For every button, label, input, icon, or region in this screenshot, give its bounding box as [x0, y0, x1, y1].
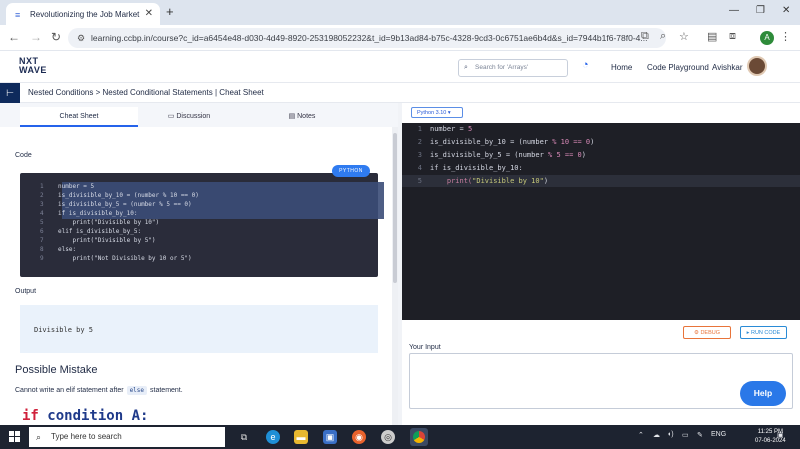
- firefox-icon[interactable]: ◉: [352, 430, 366, 444]
- pen-icon[interactable]: ✎: [697, 431, 703, 439]
- code-heading: Code: [15, 152, 32, 159]
- code-line: 3 is_divisible_by_5 = (number % 5 == 0): [40, 201, 192, 208]
- show-hidden-icons[interactable]: ⌃: [638, 431, 644, 439]
- cheat-sheet-content: Code 1 number = 5 2 is_divisible_by_10 = (…: [0, 127, 392, 425]
- code-line: 1 number = 5: [40, 183, 95, 190]
- reload-icon[interactable]: ↻: [51, 30, 61, 44]
- code-line: 4 if is_divisible_by_10:: [40, 210, 138, 217]
- possible-mistake-heading: Possible Mistake: [15, 364, 98, 376]
- code-line: 5 print("Divisible by 10"): [40, 219, 160, 226]
- code-line: 9 print("Not Divisible by 10 or 5"): [40, 255, 192, 262]
- file-explorer-icon[interactable]: ▬: [294, 430, 308, 444]
- tab-notes[interactable]: ▤ Notes: [240, 107, 364, 127]
- code-editor-pane: Python 3.10 ▾ 1 number = 5 2 is_divisible_…: [402, 103, 800, 425]
- user-avatar[interactable]: [747, 56, 767, 76]
- left-scroll-thumb[interactable]: [393, 133, 397, 283]
- code-line: 8 else:: [40, 246, 77, 253]
- browser-tab[interactable]: ≡ Revolutionizing the Job Market ✕: [6, 3, 160, 25]
- output-text: Divisible by 5: [34, 326, 94, 334]
- volume-icon[interactable]: ◖): [667, 431, 674, 438]
- tab-cheat-sheet[interactable]: Cheat Sheet: [20, 107, 138, 127]
- battery-icon[interactable]: ▭: [682, 431, 689, 439]
- windows-taskbar: ⌕ Type here to search ⧉ e ▬ ▣ ◉ ◎ ⌃ ☁ ◖)…: [0, 425, 800, 449]
- left-tabs: Cheat Sheet ▭ Discussion ▤ Notes: [0, 107, 398, 127]
- maximize-icon[interactable]: ❐: [756, 5, 765, 16]
- nav-home[interactable]: Home: [611, 63, 632, 72]
- site-favicon-icon: ≡: [15, 9, 21, 20]
- site-header: NXT WAVE ⌕ Search for 'Arrays' ◔ Home Co…: [0, 51, 800, 83]
- tab-title: Revolutionizing the Job Market: [30, 9, 140, 19]
- network-icon[interactable]: ☁: [653, 431, 660, 439]
- editor-line: 4 if is_divisible_by_10:: [417, 164, 523, 172]
- reading-list-icon[interactable]: ▤: [707, 30, 717, 43]
- code-editor[interactable]: 1 number = 5 2 is_divisible_by_10 = (numbe…: [402, 123, 800, 320]
- task-view-icon[interactable]: ⧉: [237, 430, 251, 444]
- cheat-sheet-pane: Cheat Sheet ▭ Discussion ▤ Notes Code 1n…: [0, 103, 398, 425]
- editor-line: 2 is_divisible_by_10 = (number % 10 == 0): [417, 138, 595, 146]
- tab-discussion[interactable]: ▭ Discussion: [138, 107, 240, 127]
- minimize-icon[interactable]: —: [729, 5, 739, 16]
- breadcrumb: Nested Conditions > Nested Conditional S…: [28, 88, 264, 97]
- streak-icon[interactable]: ◔: [582, 59, 589, 71]
- edge-icon[interactable]: e: [266, 430, 280, 444]
- extensions-icon[interactable]: ⧈: [729, 30, 736, 43]
- new-tab-icon[interactable]: +: [166, 4, 174, 19]
- code-block: 1 number = 5 2 is_divisible_by_10 = (numbe…: [20, 173, 384, 277]
- taskbar-search-input[interactable]: ⌕ Type here to search: [29, 427, 225, 447]
- output-block: Divisible by 5: [20, 305, 378, 353]
- url-text: learning.ccbp.in/course?c_id=a6454e48-d0…: [91, 33, 648, 43]
- code-line: 7 print("Divisible by 5"): [40, 237, 156, 244]
- your-input-field[interactable]: [409, 353, 793, 409]
- output-heading: Output: [15, 288, 37, 295]
- bookmark-star-icon[interactable]: ☆: [679, 30, 689, 43]
- editor-line-current: 5 print("Divisible by 10"): [402, 175, 800, 187]
- back-icon[interactable]: ←: [8, 30, 20, 44]
- debug-button[interactable]: ⚙ DEBUG: [683, 326, 731, 339]
- search-icon: ⌕: [36, 432, 42, 442]
- code-line: 2 is_divisible_by_10 = (number % 10 == 0): [40, 192, 199, 199]
- code-line: 6 elif is_divisible_by_5:: [40, 228, 142, 235]
- nav-code-playground[interactable]: Code Playground: [647, 63, 709, 72]
- profile-avatar[interactable]: A: [760, 31, 774, 45]
- store-icon[interactable]: ▣: [323, 430, 337, 444]
- nav-user-name[interactable]: Avishkar: [712, 63, 743, 72]
- zoom-icon[interactable]: ⌕: [660, 30, 666, 43]
- site-info-icon[interactable]: ⚙: [77, 28, 85, 48]
- notes-icon: ▤: [288, 113, 298, 120]
- editor-line: 3 is_divisible_by_5 = (number % 5 == 0): [417, 151, 586, 159]
- url-field[interactable]: ⚙ learning.ccbp.in/course?c_id=a6454e48-…: [68, 28, 666, 48]
- breadcrumb-bar: ⊢ Nested Conditions > Nested Conditional…: [0, 83, 800, 103]
- forward-icon[interactable]: →: [30, 30, 42, 44]
- windows-start-icon[interactable]: [9, 431, 20, 442]
- open-in-window-icon[interactable]: ⧉: [641, 30, 649, 43]
- close-tab-icon[interactable]: ✕: [145, 8, 153, 19]
- browser-tab-bar: ≡ Revolutionizing the Job Market ✕ + — ❐…: [0, 0, 800, 25]
- notifications-icon[interactable]: ▣: [777, 431, 784, 439]
- help-button[interactable]: Help: [740, 381, 786, 406]
- chrome-icon[interactable]: [410, 428, 428, 446]
- address-bar-row: ← → ↻ ⚙ learning.ccbp.in/course?c_id=a64…: [0, 25, 800, 51]
- sidebar-toggle-icon[interactable]: ⊢: [0, 83, 20, 103]
- app-icon[interactable]: ◎: [381, 430, 395, 444]
- search-icon: ⌕: [464, 64, 468, 71]
- inline-code-chip: else: [126, 386, 148, 395]
- nxtwave-logo[interactable]: NXT WAVE: [19, 57, 47, 75]
- editor-line: 1 number = 5: [417, 125, 473, 133]
- browser-menu-icon[interactable]: ⋮: [780, 30, 791, 43]
- run-code-button[interactable]: ▸ RUN CODE: [740, 326, 787, 339]
- your-input-label: Your Input: [409, 344, 441, 351]
- example-code-heading: if condition A:: [22, 408, 149, 424]
- language-badge: PYTHON: [332, 165, 370, 177]
- mistake-paragraph: Cannot write an elif statement after else…: [15, 386, 183, 395]
- site-search-input[interactable]: ⌕ Search for 'Arrays': [458, 59, 568, 77]
- language-indicator[interactable]: ENG: [711, 431, 726, 438]
- python-version-select[interactable]: Python 3.10 ▾: [411, 107, 463, 118]
- close-window-icon[interactable]: ✕: [782, 5, 790, 16]
